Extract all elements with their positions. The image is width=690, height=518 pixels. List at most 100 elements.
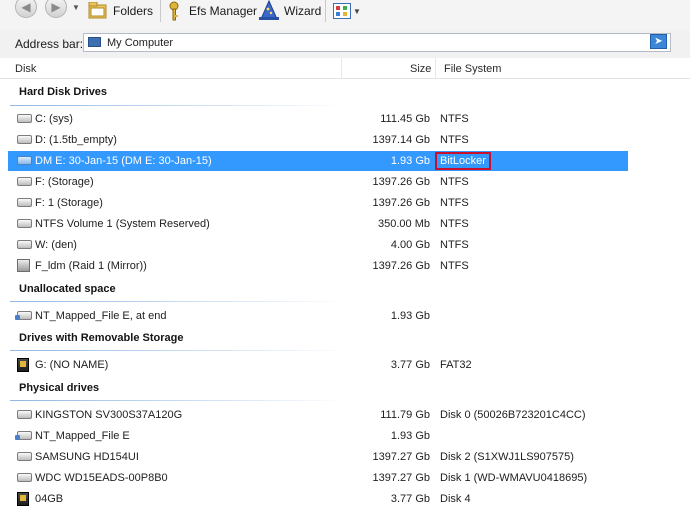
drive-size: 1397.27 Gb [372, 451, 431, 463]
hdd-icon [17, 410, 32, 419]
drive-row[interactable]: D: (1.5tb_empty) 1397.14 Gb NTFS [8, 130, 628, 150]
drive-row[interactable]: G: (NO NAME) 3.77 Gb FAT32 [8, 355, 628, 375]
drive-row[interactable]: F_ldm (Raid 1 (Mirror)) 1397.26 Gb NTFS [8, 256, 628, 276]
drive-name: D: (1.5tb_empty) [35, 134, 117, 146]
column-file-system[interactable]: File System [444, 63, 501, 75]
group-removable-storage: Drives with Removable Storage [19, 332, 184, 344]
folders-button[interactable]: Folders [88, 0, 153, 22]
drive-name: NTFS Volume 1 (System Reserved) [35, 218, 210, 230]
drive-name: F_ldm (Raid 1 (Mirror)) [35, 260, 147, 272]
drive-name: F: 1 (Storage) [35, 197, 103, 209]
folders-label: Folders [113, 4, 154, 18]
back-button[interactable]: ◀ [15, 0, 37, 18]
drive-size: 1.93 Gb [390, 155, 430, 167]
drive-size: 111.45 Gb [380, 113, 430, 125]
drive-size: 111.79 Gb [380, 409, 430, 421]
drive-file-system: Disk 1 (WD-WMAVU0418695) [440, 472, 588, 484]
go-arrow-icon: ➤ [654, 36, 663, 47]
efs-manager-label: Efs Manager [189, 4, 258, 18]
group-divider [10, 350, 350, 351]
drive-row[interactable]: NTFS Volume 1 (System Reserved) 350.00 M… [8, 214, 628, 234]
drive-size: 1.93 Gb [390, 430, 430, 442]
group-physical-drives: Physical drives [19, 382, 100, 394]
drive-name: F: (Storage) [35, 176, 94, 188]
drive-name: SAMSUNG HD154UI [35, 451, 139, 463]
raid-icon [17, 259, 30, 272]
drive-row[interactable]: F: (Storage) 1397.26 Gb NTFS [8, 172, 628, 192]
key-icon [169, 1, 179, 21]
drive-name: NT_Mapped_File E [35, 430, 130, 442]
memory-card-icon [17, 358, 29, 372]
drive-size: 1.93 Gb [390, 310, 430, 322]
drive-size: 4.00 Gb [390, 239, 430, 251]
drive-name: DM E: 30-Jan-15 (DM E: 30-Jan-15) [35, 155, 212, 167]
column-divider[interactable] [341, 58, 342, 78]
drive-size: 350.00 Mb [378, 218, 430, 230]
drive-file-system: NTFS [440, 113, 469, 125]
group-divider [10, 301, 350, 302]
toolbar-separator [160, 0, 161, 22]
go-button[interactable]: ➤ [650, 34, 667, 49]
folders-icon [88, 2, 107, 19]
efs-manager-button[interactable]: Efs Manager [167, 0, 257, 22]
drive-file-system: Disk 2 (S1XWJ1LS907575) [440, 451, 574, 463]
drive-row[interactable]: NT_Mapped_File E 1.93 Gb [8, 426, 628, 446]
mapped-file-icon [15, 431, 32, 440]
wizard-label: Wizard [284, 4, 322, 18]
hdd-icon [17, 240, 32, 249]
drive-file-system: NTFS [440, 218, 469, 230]
hdd-icon [17, 156, 32, 165]
drive-size: 1397.26 Gb [372, 260, 431, 272]
drive-row[interactable]: W: (den) 4.00 Gb NTFS [8, 235, 628, 255]
hdd-icon [17, 473, 32, 482]
arrow-right-icon: ▶ [51, 0, 61, 14]
column-divider[interactable] [435, 58, 436, 78]
hdd-icon [17, 198, 32, 207]
hdd-icon [17, 219, 32, 228]
toolbar-separator [325, 0, 326, 22]
memory-card-icon [17, 492, 29, 506]
wizard-button[interactable]: Wizard [258, 0, 321, 22]
drive-row[interactable]: F: 1 (Storage) 1397.26 Gb NTFS [8, 193, 628, 213]
drive-name: C: (sys) [35, 113, 73, 125]
drive-name: NT_Mapped_File E, at end [35, 310, 167, 322]
view-mode-button[interactable]: ▼ [333, 0, 361, 22]
drive-file-system: Disk 0 (50026B723201C4CC) [440, 409, 586, 421]
computer-icon [88, 37, 101, 47]
drive-row-selected[interactable]: DM E: 30-Jan-15 (DM E: 30-Jan-15) 1.93 G… [8, 151, 628, 171]
drive-row[interactable]: SAMSUNG HD154UI 1397.27 Gb Disk 2 (S1XWJ… [8, 447, 628, 467]
group-hard-disk-drives: Hard Disk Drives [19, 86, 108, 98]
mapped-file-icon [15, 311, 32, 320]
drive-row[interactable]: KINGSTON SV300S37A120G 111.79 Gb Disk 0 … [8, 405, 628, 425]
group-unallocated-space: Unallocated space [19, 283, 116, 295]
drive-row[interactable]: NT_Mapped_File E, at end 1.93 Gb [8, 306, 628, 326]
hdd-icon [17, 114, 32, 123]
address-bar-label: Address bar: [15, 37, 84, 51]
chevron-down-icon: ▼ [353, 6, 361, 16]
drive-size: 3.77 Gb [390, 359, 430, 371]
drive-row[interactable]: C: (sys) 111.45 Gb NTFS [8, 109, 628, 129]
drive-file-system: NTFS [440, 176, 469, 188]
hdd-icon [17, 135, 32, 144]
wizard-hat-icon [259, 0, 279, 20]
drive-row[interactable]: 04GB 3.77 Gb Disk 4 [8, 489, 628, 509]
address-input[interactable]: My Computer [83, 33, 671, 52]
toolbar: ◀ ▶ ▼ Folders Efs Manager Wizard ▼ [0, 0, 690, 30]
address-value: My Computer [107, 37, 174, 49]
drive-file-system-highlighted: BitLocker [435, 152, 491, 170]
forward-button[interactable]: ▶ [45, 0, 67, 18]
drive-name: G: (NO NAME) [35, 359, 109, 371]
drive-size: 1397.27 Gb [372, 472, 431, 484]
arrow-left-icon: ◀ [21, 0, 31, 14]
drive-file-system: NTFS [440, 134, 469, 146]
view-grid-icon [333, 3, 351, 19]
column-size[interactable]: Size [410, 63, 431, 75]
drive-size: 1397.14 Gb [372, 134, 431, 146]
column-disk[interactable]: Disk [15, 63, 36, 75]
hdd-icon [17, 452, 32, 461]
drive-row[interactable]: WDC WD15EADS-00P8B0 1397.27 Gb Disk 1 (W… [8, 468, 628, 488]
forward-history-chevron-down-icon[interactable]: ▼ [72, 3, 80, 12]
drive-file-system: NTFS [440, 239, 469, 251]
column-header: Disk Size File System [0, 58, 690, 79]
drive-size: 1397.26 Gb [372, 176, 431, 188]
